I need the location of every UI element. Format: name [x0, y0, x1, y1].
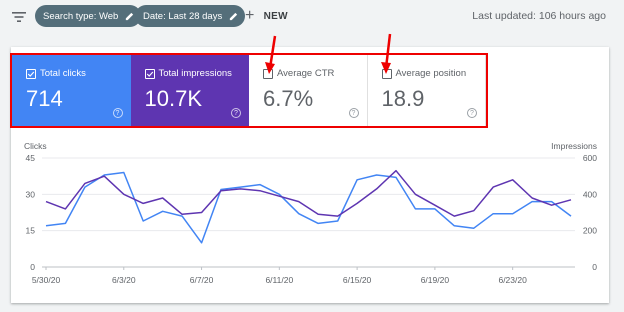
new-filter-button[interactable]: + NEW — [245, 7, 288, 25]
pencil-icon — [126, 12, 134, 20]
metric-average-position[interactable]: Average position 18.9 ? — [367, 55, 486, 126]
help-icon[interactable]: ? — [231, 108, 241, 118]
search-type-chip-label: Search type: Web — [43, 10, 119, 22]
help-icon[interactable]: ? — [112, 108, 123, 118]
metric-total-impressions[interactable]: Total impressions 10.7K ? — [130, 55, 249, 126]
metric-label: Total impressions — [158, 68, 232, 79]
plus-icon: + — [245, 7, 255, 24]
metric-label: Average position — [395, 68, 467, 79]
metric-total-clicks[interactable]: Total clicks 714 ? — [12, 55, 131, 126]
metrics-row: Total clicks 714 ? Total impressions 10.… — [12, 55, 486, 126]
date-chip-label: Date: Last 28 days — [143, 10, 223, 22]
last-updated-text: Last updated: 106 hours ago — [472, 10, 606, 22]
pencil-icon — [230, 12, 238, 20]
search-type-chip[interactable]: Search type: Web — [35, 5, 142, 27]
metric-label: Total clicks — [40, 68, 86, 79]
checkbox-unchecked-icon[interactable] — [263, 69, 273, 79]
metric-value: 6.7% — [263, 86, 314, 111]
metric-label: Average CTR — [277, 68, 335, 79]
metric-average-ctr[interactable]: Average CTR 6.7% ? — [249, 55, 368, 126]
metric-value: 714 — [26, 86, 63, 111]
checkbox-checked-icon[interactable] — [26, 69, 36, 79]
checkbox-checked-icon[interactable] — [144, 69, 155, 79]
checkbox-unchecked-icon[interactable] — [381, 69, 392, 79]
help-icon[interactable]: ? — [467, 108, 477, 118]
help-icon[interactable]: ? — [348, 108, 359, 118]
filter-icon[interactable] — [10, 8, 28, 26]
metric-value: 10.7K — [144, 86, 203, 111]
date-chip[interactable]: Date: Last 28 days — [135, 5, 246, 27]
new-button-label: NEW — [263, 10, 288, 22]
metric-value: 18.9 — [381, 86, 425, 111]
top-filter-bar: Search type: Web Date: Last 28 days + NE… — [0, 0, 624, 34]
